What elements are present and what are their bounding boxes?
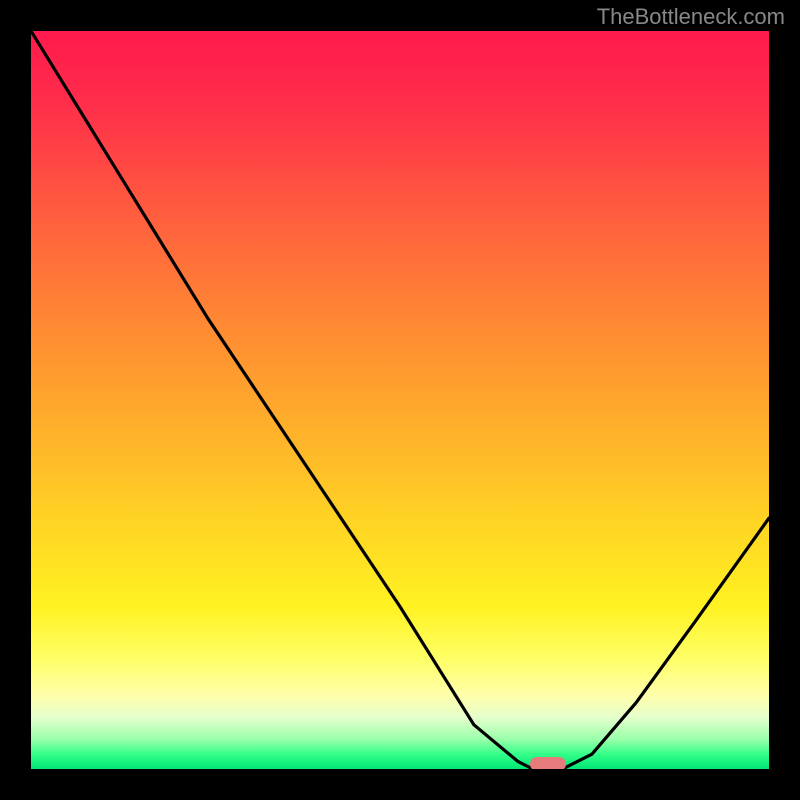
bottleneck-curve bbox=[31, 31, 769, 769]
watermark-text: TheBottleneck.com bbox=[597, 4, 785, 30]
plot-area bbox=[31, 31, 769, 769]
curve-svg bbox=[31, 31, 769, 769]
optimum-marker bbox=[530, 757, 566, 769]
